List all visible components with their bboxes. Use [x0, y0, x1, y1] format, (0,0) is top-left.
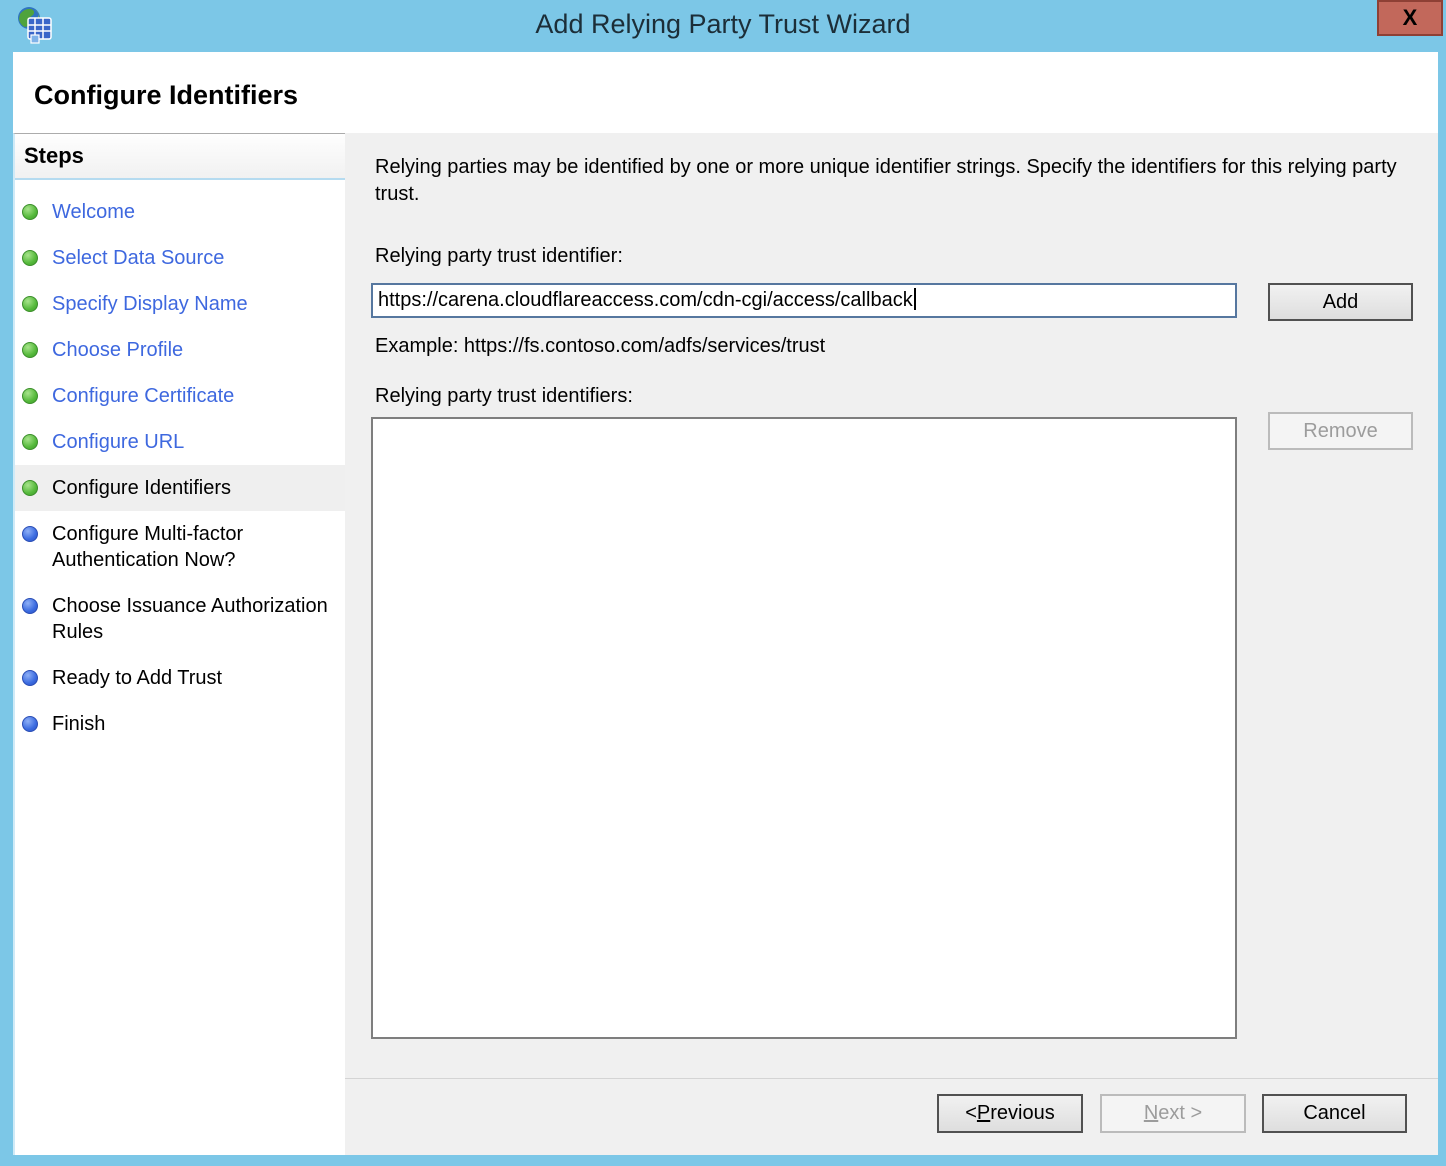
step-item-label: Choose Issuance Authorization Rules	[52, 593, 329, 645]
step-item-configure-url: Configure URL	[15, 419, 345, 465]
step-item-ready-to-add-trust: Ready to Add Trust	[15, 655, 345, 701]
identifier-label: Relying party trust identifier:	[375, 245, 623, 268]
step-item-specify-display-name: Specify Display Name	[15, 281, 345, 327]
step-item-configure-certificate: Configure Certificate	[15, 373, 345, 419]
step-item-label: Finish	[52, 711, 105, 737]
step-item-select-data-source: Select Data Source	[15, 235, 345, 281]
identifiers-list-label: Relying party trust identifiers:	[375, 385, 633, 408]
step-bullet-pending-icon	[22, 526, 38, 542]
next-button[interactable]: Next >	[1100, 1094, 1246, 1133]
step-item-configure-multi-factor-authentication-now: Configure Multi-factor Authentication No…	[15, 511, 345, 583]
step-bullet-complete-icon	[22, 250, 38, 266]
step-item-choose-profile: Choose Profile	[15, 327, 345, 373]
steps-list: Welcome Select Data Source Specify Display…	[15, 189, 345, 747]
step-bullet-complete-icon	[22, 388, 38, 404]
add-button[interactable]: Add	[1268, 283, 1413, 321]
step-bullet-pending-icon	[22, 670, 38, 686]
step-item-label: Welcome	[52, 199, 135, 225]
cancel-button[interactable]: Cancel	[1262, 1094, 1407, 1133]
step-item-choose-issuance-authorization-rules: Choose Issuance Authorization Rules	[15, 583, 345, 655]
step-item-label: Configure Identifiers	[52, 475, 231, 501]
step-item-finish: Finish	[15, 701, 345, 747]
close-button[interactable]: X	[1377, 0, 1443, 36]
footer-bar: < Previous Next > Cancel	[345, 1078, 1438, 1155]
main-panel: Relying parties may be identified by one…	[345, 133, 1438, 1078]
step-bullet-pending-icon	[22, 716, 38, 732]
step-bullet-pending-icon	[22, 598, 38, 614]
step-bullet-complete-icon	[22, 342, 38, 358]
intro-text: Relying parties may be identified by one…	[375, 154, 1400, 208]
text-caret	[914, 288, 916, 310]
step-item-label: Configure Multi-factor Authentication No…	[52, 521, 329, 573]
example-text: Example: https://fs.contoso.com/adfs/ser…	[375, 335, 825, 358]
identifiers-listbox[interactable]	[371, 417, 1237, 1039]
step-bullet-complete-icon	[22, 296, 38, 312]
step-item-label: Choose Profile	[52, 337, 183, 363]
identifier-input-value: https://carena.cloudflareaccess.com/cdn-…	[378, 289, 913, 311]
step-item-label: Configure Certificate	[52, 383, 234, 409]
step-bullet-complete-icon	[22, 204, 38, 220]
step-bullet-complete-icon	[22, 434, 38, 450]
identifier-input[interactable]: https://carena.cloudflareaccess.com/cdn-…	[371, 283, 1237, 318]
window-title: Add Relying Party Trust Wizard	[0, 9, 1446, 40]
steps-heading: Steps	[15, 134, 345, 180]
step-item-welcome: Welcome	[15, 189, 345, 235]
wizard-dialog: Configure Identifiers Steps Welcome Selec…	[13, 52, 1438, 1155]
step-item-configure-identifiers: Configure Identifiers	[15, 465, 345, 511]
previous-button[interactable]: < Previous	[937, 1094, 1083, 1133]
step-item-label: Configure URL	[52, 429, 184, 455]
step-item-label: Select Data Source	[52, 245, 224, 271]
steps-panel: Steps Welcome Select Data Source Specify D…	[13, 133, 345, 1155]
step-bullet-complete-icon	[22, 480, 38, 496]
step-item-label: Specify Display Name	[52, 291, 248, 317]
page-title: Configure Identifiers	[34, 80, 298, 111]
remove-button[interactable]: Remove	[1268, 412, 1413, 450]
title-bar: Add Relying Party Trust Wizard X	[0, 0, 1446, 52]
step-item-label: Ready to Add Trust	[52, 665, 222, 691]
